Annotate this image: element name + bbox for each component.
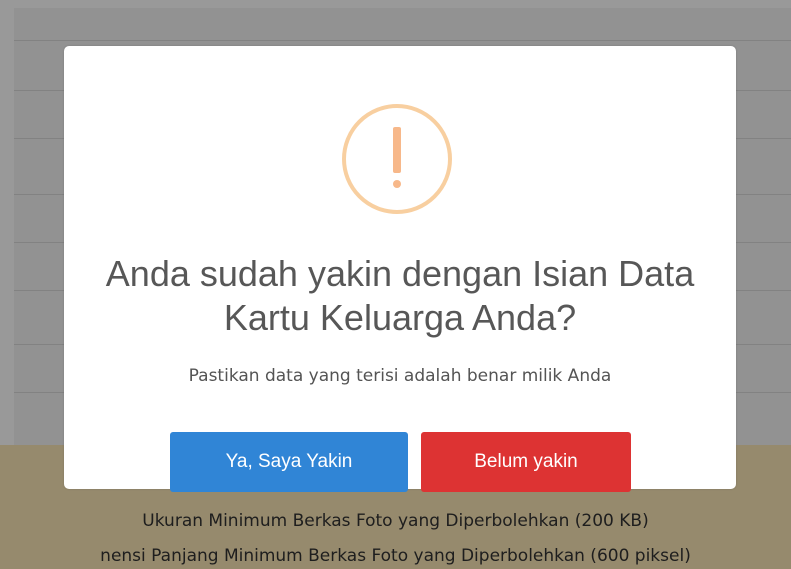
cancel-button[interactable]: Belum yakin xyxy=(421,432,631,492)
warning-exclamation-icon xyxy=(342,104,452,214)
confirmation-dialog: Anda sudah yakin dengan Isian Data Kartu… xyxy=(64,46,736,492)
dialog-message: Pastikan data yang terisi adalah benar m… xyxy=(188,366,612,386)
exclamation-dot xyxy=(393,180,401,188)
exclamation-bar xyxy=(393,127,401,173)
dialog-title: Anda sudah yakin dengan Isian Data Kartu… xyxy=(105,253,695,338)
confirm-button[interactable]: Ya, Saya Yakin xyxy=(170,432,408,492)
